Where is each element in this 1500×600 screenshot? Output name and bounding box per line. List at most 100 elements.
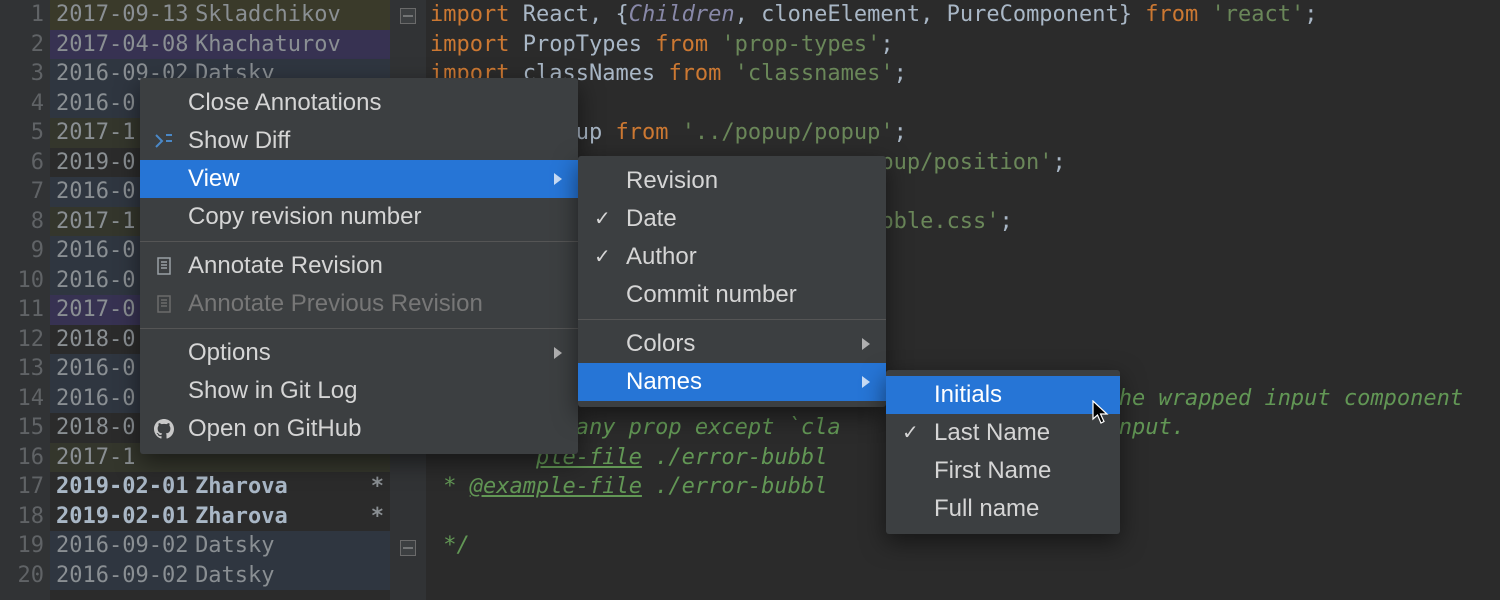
menu-item-full-name[interactable]: Full name [886, 490, 1120, 528]
annotation-marker: * [371, 472, 390, 502]
line-number: 5 [0, 118, 50, 148]
code-token: from [1145, 2, 1211, 27]
code-token: Children [629, 2, 735, 27]
code-line[interactable] [430, 89, 1500, 119]
code-token: React, { [509, 2, 628, 27]
menu-item-label: Full name [934, 497, 1039, 521]
code-line[interactable]: */ [430, 531, 1500, 561]
menu-item-date[interactable]: ✓ Date [578, 200, 886, 238]
menu-item-names[interactable]: Names [578, 363, 886, 401]
submenu-arrow-icon [862, 338, 870, 350]
code-token: 'classnames' [735, 61, 894, 86]
document-icon [154, 256, 174, 276]
menu-item-show-git-log[interactable]: Show in Git Log [140, 372, 578, 410]
code-token: es any prop except `cla [536, 415, 841, 440]
annotation-row[interactable]: 2019-02-01Zharova* [50, 502, 390, 532]
fold-toggle-icon[interactable] [400, 540, 416, 556]
menu-item-show-diff[interactable]: Show Diff [140, 122, 578, 160]
menu-item-label: Names [626, 370, 702, 394]
code-token: he wrapped input component [1119, 386, 1463, 411]
line-number: 15 [0, 413, 50, 443]
menu-item-copy-revision[interactable]: Copy revision number [140, 198, 578, 236]
annotation-date: 2016-0 [56, 354, 135, 384]
line-number: 16 [0, 443, 50, 473]
annotation-date: 2017-1 [56, 207, 135, 237]
view-submenu: Revision ✓ Date ✓ Author Commit number C… [578, 156, 886, 407]
menu-item-author[interactable]: ✓ Author [578, 238, 886, 276]
menu-item-open-github[interactable]: Open on GitHub [140, 410, 578, 448]
menu-item-label: Show Diff [188, 129, 290, 153]
code-token: ; [894, 120, 907, 145]
menu-item-revision[interactable]: Revision [578, 162, 886, 200]
menu-item-commit-number[interactable]: Commit number [578, 276, 886, 314]
code-line[interactable]: opup from '../popup/popup'; [430, 118, 1500, 148]
code-line[interactable] [430, 561, 1500, 591]
menu-item-options[interactable]: Options [140, 334, 578, 372]
menu-item-annotate-previous: Annotate Previous Revision [140, 285, 578, 323]
line-number: 17 [0, 472, 50, 502]
github-icon [154, 419, 174, 439]
annotation-row[interactable]: 2016-09-02Datsky [50, 561, 390, 591]
code-token: , cloneElement, PureComponent} [735, 2, 1146, 27]
menu-item-first-name[interactable]: First Name [886, 452, 1120, 490]
check-icon: ✓ [594, 247, 611, 267]
annotation-author: Khachaturov [195, 30, 341, 60]
line-number: 12 [0, 325, 50, 355]
submenu-arrow-icon [554, 173, 562, 185]
menu-item-close-annotations[interactable]: Close Annotations [140, 84, 578, 122]
code-token: ubble.css' [867, 209, 999, 234]
annotations-context-menu: Close Annotations Show Diff View Copy re… [140, 78, 578, 454]
line-number: 11 [0, 295, 50, 325]
menu-item-last-name[interactable]: ✓ Last Name [886, 414, 1120, 452]
line-number: 10 [0, 266, 50, 296]
menu-item-label: View [188, 167, 240, 191]
line-number: 18 [0, 502, 50, 532]
annotation-date: 2018-0 [56, 413, 135, 443]
annotation-date: 2016-09-02 [56, 531, 188, 561]
annotation-date: 2017-1 [56, 443, 135, 473]
menu-item-label: Colors [626, 332, 695, 356]
menu-item-label: First Name [934, 459, 1051, 483]
code-token: ; [1000, 209, 1013, 234]
line-number: 9 [0, 236, 50, 266]
names-submenu: Initials ✓ Last Name First Name Full nam… [886, 370, 1120, 534]
annotation-row[interactable]: 2017-04-08Khachaturov [50, 30, 390, 60]
annotation-marker: * [371, 502, 390, 532]
annotation-date: 2016-0 [56, 177, 135, 207]
code-token: PropTypes [509, 32, 655, 57]
code-line[interactable]: import classNames from 'classnames'; [430, 59, 1500, 89]
annotation-author: Zharova [195, 472, 288, 502]
line-number: 4 [0, 89, 50, 119]
menu-item-label: Copy revision number [188, 205, 421, 229]
code-token: ; [1304, 2, 1317, 27]
annotation-date: 2017-09-13 [56, 0, 188, 30]
annotation-row[interactable]: 2019-02-01Zharova* [50, 472, 390, 502]
annotation-date: 2017-1 [56, 118, 135, 148]
menu-item-label: Revision [626, 169, 718, 193]
menu-item-label: Initials [934, 383, 1002, 407]
menu-item-label: Date [626, 207, 677, 231]
menu-item-initials[interactable]: Initials [886, 376, 1120, 414]
code-token: @example-file [470, 474, 642, 499]
menu-item-label: Last Name [934, 421, 1050, 445]
line-number: 20 [0, 561, 50, 591]
menu-item-colors[interactable]: Colors [578, 325, 886, 363]
menu-separator [578, 319, 886, 320]
annotation-date: 2016-0 [56, 89, 135, 119]
diff-icon [154, 131, 174, 151]
submenu-arrow-icon [554, 347, 562, 359]
menu-separator [140, 328, 578, 329]
line-number: 3 [0, 59, 50, 89]
fold-toggle-icon[interactable] [400, 8, 416, 24]
annotation-date: 2016-09-02 [56, 561, 188, 591]
menu-item-view[interactable]: View [140, 160, 578, 198]
code-line[interactable]: import React, {Children, cloneElement, P… [430, 0, 1500, 30]
annotation-row[interactable]: 2017-09-13Skladchikov [50, 0, 390, 30]
menu-item-annotate-revision[interactable]: Annotate Revision [140, 247, 578, 285]
line-number: 6 [0, 148, 50, 178]
annotation-row[interactable]: 2016-09-02Datsky [50, 531, 390, 561]
code-token: ; [894, 61, 907, 86]
annotation-date: 2016-0 [56, 236, 135, 266]
code-line[interactable]: import PropTypes from 'prop-types'; [430, 30, 1500, 60]
code-token: from [655, 32, 721, 57]
